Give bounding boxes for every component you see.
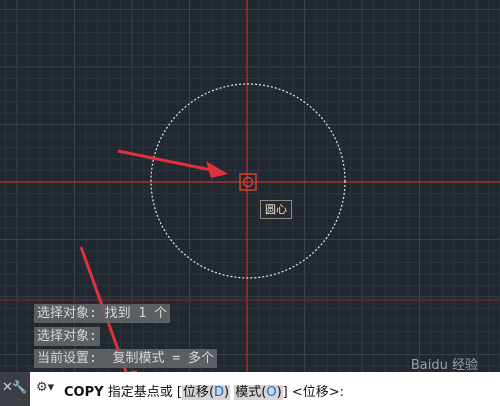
command-default: <位移>: (291, 385, 345, 400)
command-name: COPY (64, 385, 104, 400)
command-prompt: COPY 指定基点或 [位移(D) 模式(O)] <位移>: (64, 381, 344, 400)
wrench-icon[interactable]: 🔧 (12, 380, 27, 394)
command-prompt-text: 指定基点或 (107, 385, 173, 400)
command-input[interactable]: ⚙▾ COPY 指定基点或 [位移(D) 模式(O)] <位移>: (30, 372, 500, 406)
bracket-close: ] (282, 385, 288, 400)
watermark: Baidu 经验 (410, 358, 478, 373)
osnap-tooltip: 圆心 (260, 200, 292, 219)
command-line-bar: ✕ 🔧 ⚙▾ COPY 指定基点或 [位移(D) 模式(O)] <位移>: (0, 372, 500, 406)
option-displacement[interactable]: 位移(D) (181, 385, 231, 400)
command-line-handle[interactable]: ✕ 🔧 (0, 372, 30, 406)
arrow-head-1 (206, 161, 228, 178)
command-history-line: 当前设置: 复制模式 = 多个 (34, 349, 217, 368)
command-history-line: 选择对象: 找到 1 个 (34, 304, 171, 323)
option-mode[interactable]: 模式(O) (234, 385, 283, 400)
command-history-line: 选择对象: (34, 327, 100, 346)
command-icon[interactable]: ⚙▾ (36, 380, 54, 395)
